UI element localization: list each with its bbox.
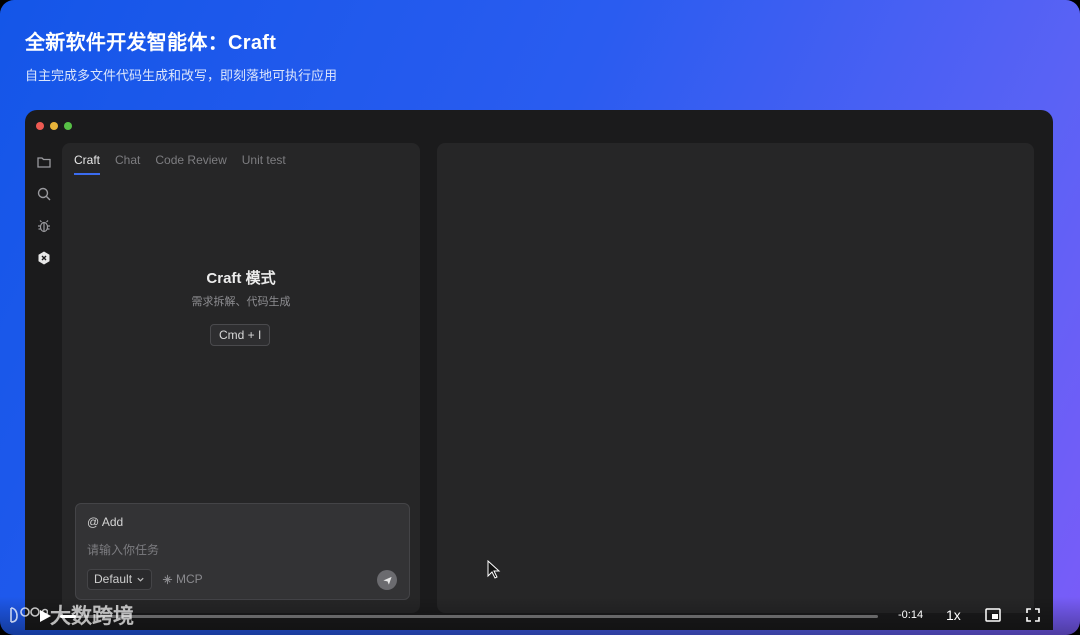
hero-subtitle: 自主完成多文件代码生成和改写，即刻落地可执行应用 (25, 68, 338, 83)
chevron-down-icon (137, 577, 144, 582)
composer: @ Add Default MCP (75, 503, 410, 600)
minimize-window-button[interactable] (50, 122, 58, 130)
task-input[interactable] (87, 541, 387, 559)
mode-subtitle: 需求拆解、代码生成 (191, 296, 291, 308)
mcp-label: MCP (176, 572, 203, 586)
play-icon[interactable] (38, 609, 52, 623)
mode-title: Craft 模式 (206, 270, 276, 287)
maximize-window-button[interactable] (64, 122, 72, 130)
preview-panel (437, 143, 1034, 613)
close-window-button[interactable] (36, 122, 44, 130)
tab-code-review[interactable]: Code Review (155, 153, 226, 175)
bug-icon[interactable] (35, 217, 53, 235)
picture-in-picture-icon[interactable] (985, 608, 1001, 622)
hero-title: 全新软件开发智能体：Craft (25, 32, 277, 54)
progress-bar[interactable] (60, 615, 878, 618)
tab-craft[interactable]: Craft (74, 153, 101, 175)
tab-chat[interactable]: Chat (115, 153, 140, 175)
folder-icon[interactable] (35, 153, 53, 171)
shortcut-badge: Cmd + I (210, 324, 271, 346)
mouse-cursor-icon (487, 560, 501, 579)
agent-tabs: Craft Chat Code Review Unit test (74, 153, 286, 175)
craft-agent-icon[interactable] (35, 249, 53, 267)
window-controls (36, 122, 72, 130)
send-icon (382, 576, 392, 585)
send-button[interactable] (377, 570, 397, 590)
agent-panel: Craft Chat Code Review Unit test Craft 模… (62, 143, 420, 613)
mcp-icon (162, 574, 173, 584)
playback-speed-button[interactable]: 1x (946, 607, 961, 623)
fullscreen-icon[interactable] (1026, 608, 1040, 622)
add-context-button[interactable]: @ Add (87, 515, 123, 529)
model-select[interactable]: Default (87, 569, 153, 590)
search-icon[interactable] (35, 185, 53, 203)
ide-window: Craft Chat Code Review Unit test Craft 模… (25, 110, 1053, 630)
model-select-value: Default (94, 572, 133, 586)
video-frame: 全新软件开发智能体：Craft 自主完成多文件代码生成和改写，即刻落地可执行应用 (0, 0, 1080, 635)
tab-unit-test[interactable]: Unit test (242, 153, 286, 175)
progress-fill (60, 615, 77, 618)
time-remaining: -0:14 (898, 609, 924, 621)
mcp-button[interactable]: MCP (162, 572, 203, 586)
